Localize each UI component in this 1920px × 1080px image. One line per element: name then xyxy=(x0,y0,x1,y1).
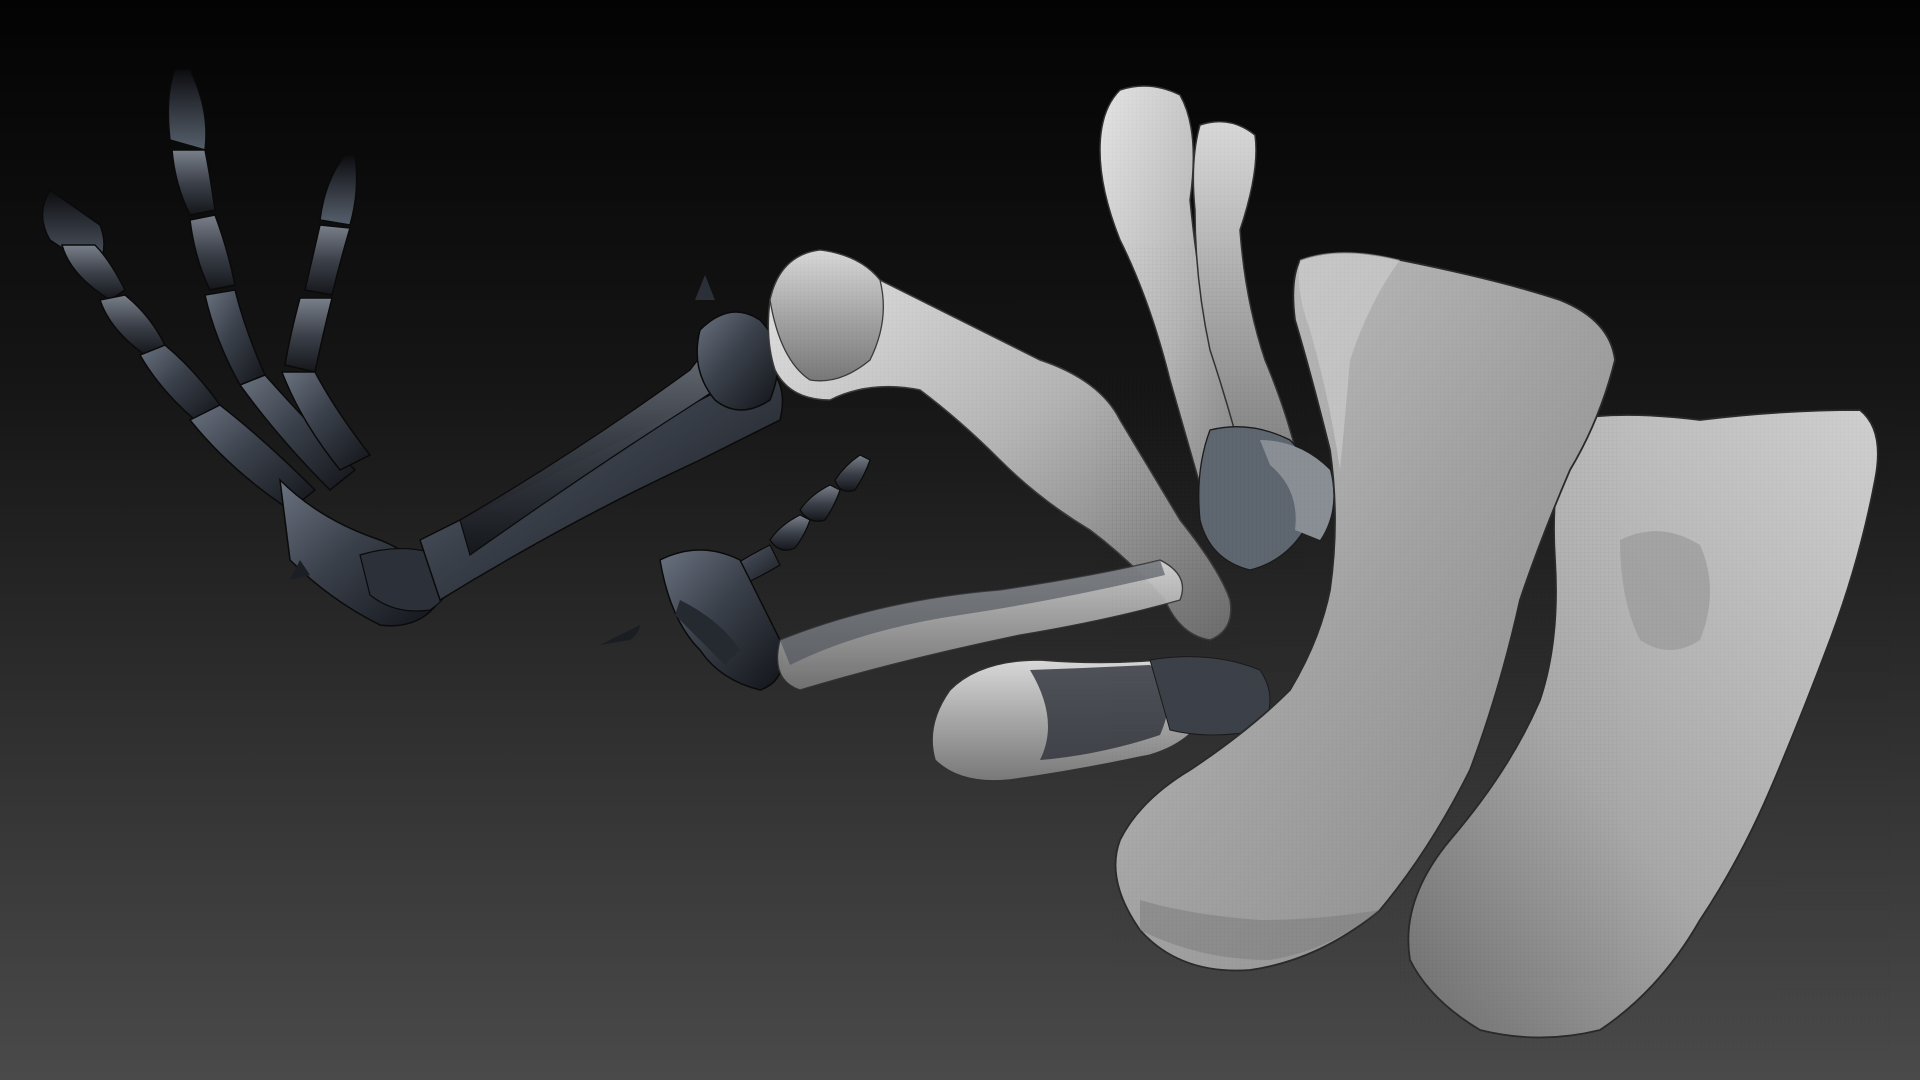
render-canvas xyxy=(0,0,1920,1080)
scapula-front xyxy=(1110,245,1620,980)
render-viewport xyxy=(0,0,1920,1080)
